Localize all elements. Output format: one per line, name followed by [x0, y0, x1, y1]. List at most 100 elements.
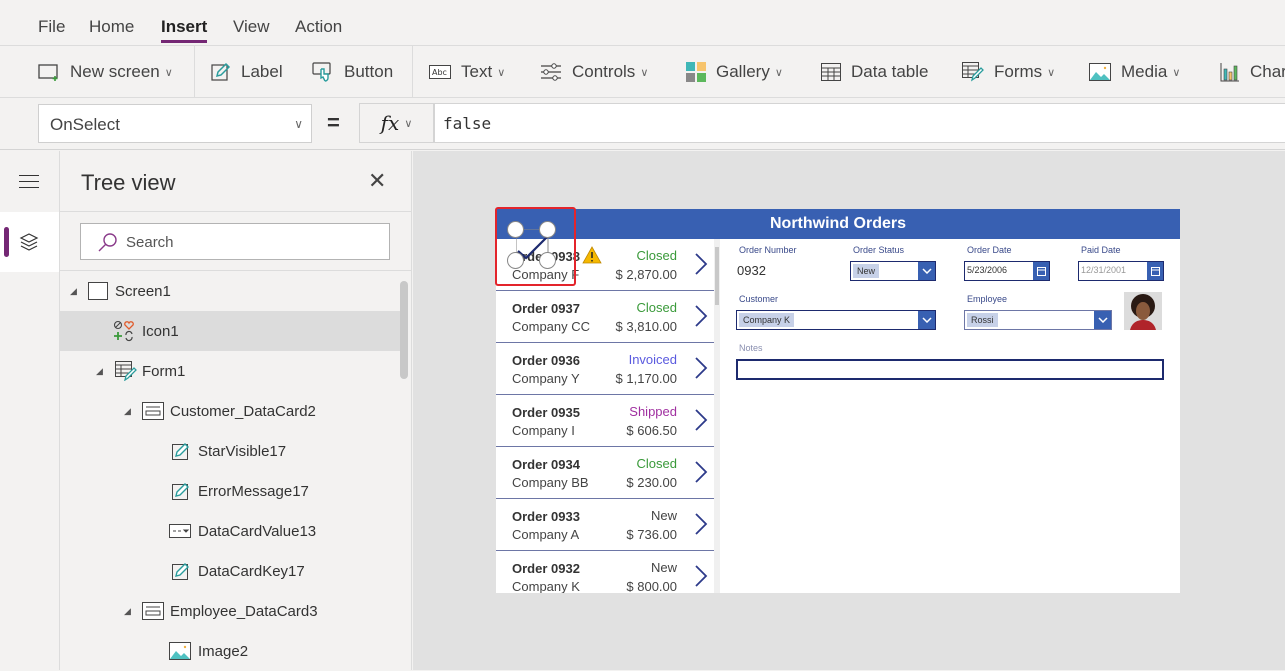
app-screen[interactable]: Northwind Orders Order 0938 Company F Clos… — [496, 209, 1180, 593]
expand-triangle-icon[interactable]: ◢ — [124, 406, 131, 417]
left-rail — [0, 151, 60, 670]
forms-button[interactable]: Forms ∨ — [962, 46, 1055, 98]
dropdown-icon — [169, 524, 191, 538]
search-placeholder: Search — [126, 234, 174, 251]
button-pointer-icon — [312, 61, 334, 83]
tree-node-errormessage17[interactable]: ErrorMessage17 — [60, 471, 408, 511]
divider — [60, 211, 412, 212]
property-dropdown[interactable]: OnSelect ∨ — [38, 104, 312, 143]
chevron-down-icon: ∨ — [1047, 66, 1056, 79]
tree-scrollbar[interactable] — [400, 281, 408, 379]
notes-label: Notes — [739, 343, 763, 353]
data-table-button[interactable]: Data table — [821, 46, 929, 98]
chevron-right-icon[interactable] — [694, 356, 708, 385]
order-row[interactable]: Order 0935 Company I Shipped $ 606.50 — [496, 395, 714, 447]
expand-triangle-icon[interactable]: ◢ — [124, 606, 131, 617]
controls-button[interactable]: Controls ∨ — [540, 46, 648, 98]
chevron-right-icon[interactable] — [694, 512, 708, 541]
order-status-dropdown[interactable]: New — [850, 261, 936, 281]
formula-input[interactable]: false — [434, 103, 1285, 143]
charts-button[interactable]: Charts — [1220, 46, 1285, 98]
order-number: Order 0932 — [512, 561, 580, 576]
tree-node-datacardvalue13[interactable]: DataCardValue13 — [60, 511, 408, 551]
scrollbar-thumb[interactable] — [715, 247, 719, 305]
close-icon[interactable]: ✕ — [368, 170, 386, 192]
resize-handle-top-left[interactable] — [507, 221, 524, 238]
order-status: Shipped — [629, 404, 677, 419]
tree-node-screen1[interactable]: ◢ Screen1 — [60, 271, 408, 311]
chevron-right-icon[interactable] — [694, 304, 708, 333]
customer-value: Company K — [739, 313, 795, 327]
menu-home[interactable]: Home — [89, 17, 134, 37]
button-button[interactable]: Button — [312, 46, 393, 98]
media-label: Media — [1121, 62, 1168, 81]
order-status: Closed — [636, 456, 677, 471]
tree-view-panel: Tree view ✕ Search ◢ Screen1 Icon1 ◢ For… — [60, 151, 412, 670]
menu-action[interactable]: Action — [295, 17, 342, 37]
order-row[interactable]: Order 0934 Company BB Closed $ 230.00 — [496, 447, 714, 499]
expand-triangle-icon[interactable]: ◢ — [70, 286, 77, 297]
label-button[interactable]: Label — [211, 46, 283, 98]
warning-icon[interactable] — [582, 246, 602, 269]
chevron-right-icon[interactable] — [694, 408, 708, 437]
chart-bar-icon — [1220, 62, 1240, 82]
order-row[interactable]: Order 0936 Company Y Invoiced $ 1,170.00 — [496, 343, 714, 395]
expand-triangle-icon[interactable]: ◢ — [96, 366, 103, 377]
company-name: Company Y — [512, 371, 580, 386]
order-date-value: 5/23/2006 — [967, 265, 1008, 275]
new-screen-button[interactable]: New screen ∨ — [38, 46, 173, 98]
chevron-right-icon[interactable] — [694, 564, 708, 593]
chevron-down-icon[interactable] — [918, 262, 935, 280]
calendar-icon[interactable] — [1033, 262, 1049, 280]
text-button[interactable]: Abc Text ∨ — [429, 46, 505, 98]
calendar-icon[interactable] — [1147, 262, 1163, 280]
tree-node-image2[interactable]: Image2 — [60, 631, 408, 671]
icons-control-icon — [113, 320, 135, 342]
tree-node-label: Customer_DataCard2 — [170, 402, 316, 420]
form-icon — [115, 361, 137, 381]
gallery-scrollbar[interactable] — [714, 239, 720, 593]
gallery-button[interactable]: Gallery ∨ — [686, 46, 783, 98]
tree-node-employee-datacard3[interactable]: ◢ Employee_DataCard3 — [60, 591, 408, 631]
media-button[interactable]: Media ∨ — [1089, 46, 1180, 98]
notes-input[interactable] — [736, 359, 1164, 380]
tree-node-datacardkey17[interactable]: DataCardKey17 — [60, 551, 408, 591]
orders-gallery[interactable]: Order 0938 Company F Closed $ 2,870.00 Order… — [496, 239, 716, 593]
tree-search-input[interactable]: Search — [80, 223, 390, 260]
order-row[interactable]: Order 0933 Company A New $ 736.00 — [496, 499, 714, 551]
order-row[interactable]: Order 0932 Company K New $ 800.00 — [496, 551, 714, 593]
order-date-picker[interactable]: 5/23/2006 — [964, 261, 1050, 281]
fx-button[interactable]: fx ∨ — [359, 103, 434, 143]
charts-label: Charts — [1250, 62, 1285, 81]
tree-view-tab[interactable] — [0, 212, 59, 272]
menu-view[interactable]: View — [233, 17, 270, 37]
chevron-down-icon[interactable] — [1094, 311, 1111, 329]
resize-handle-top-right[interactable] — [539, 221, 556, 238]
hamburger-menu-icon[interactable] — [19, 175, 39, 193]
tree-node-icon1[interactable]: Icon1 — [60, 311, 408, 351]
resize-handle-bottom-left[interactable] — [507, 252, 524, 269]
forms-label: Forms — [994, 62, 1043, 81]
chevron-down-icon[interactable] — [918, 311, 935, 329]
tree-node-form1[interactable]: ◢ Form1 — [60, 351, 408, 391]
label-icon — [172, 442, 190, 460]
order-status: New — [650, 508, 677, 523]
resize-handle-bottom-right[interactable] — [539, 252, 556, 269]
tree-node-customer-datacard2[interactable]: ◢ Customer_DataCard2 — [60, 391, 408, 431]
order-row[interactable]: Order 0937 Company CC Closed $ 3,810.00 — [496, 291, 714, 343]
employee-value: Rossi — [967, 313, 998, 327]
search-icon — [98, 233, 117, 252]
order-number: Order 0933 — [512, 509, 580, 524]
paid-date-picker[interactable]: 12/31/2001 — [1078, 261, 1164, 281]
chevron-right-icon[interactable] — [694, 252, 708, 281]
label-edit-icon — [211, 62, 231, 82]
new-screen-icon — [38, 63, 60, 81]
employee-dropdown[interactable]: Rossi — [964, 310, 1112, 330]
employee-photo — [1124, 292, 1162, 330]
tree-node-starvisible17[interactable]: StarVisible17 — [60, 431, 408, 471]
menu-insert[interactable]: Insert — [161, 17, 208, 43]
chevron-right-icon[interactable] — [694, 460, 708, 489]
property-value: OnSelect — [50, 115, 120, 134]
customer-dropdown[interactable]: Company K — [736, 310, 936, 330]
menu-file[interactable]: File — [38, 17, 65, 37]
